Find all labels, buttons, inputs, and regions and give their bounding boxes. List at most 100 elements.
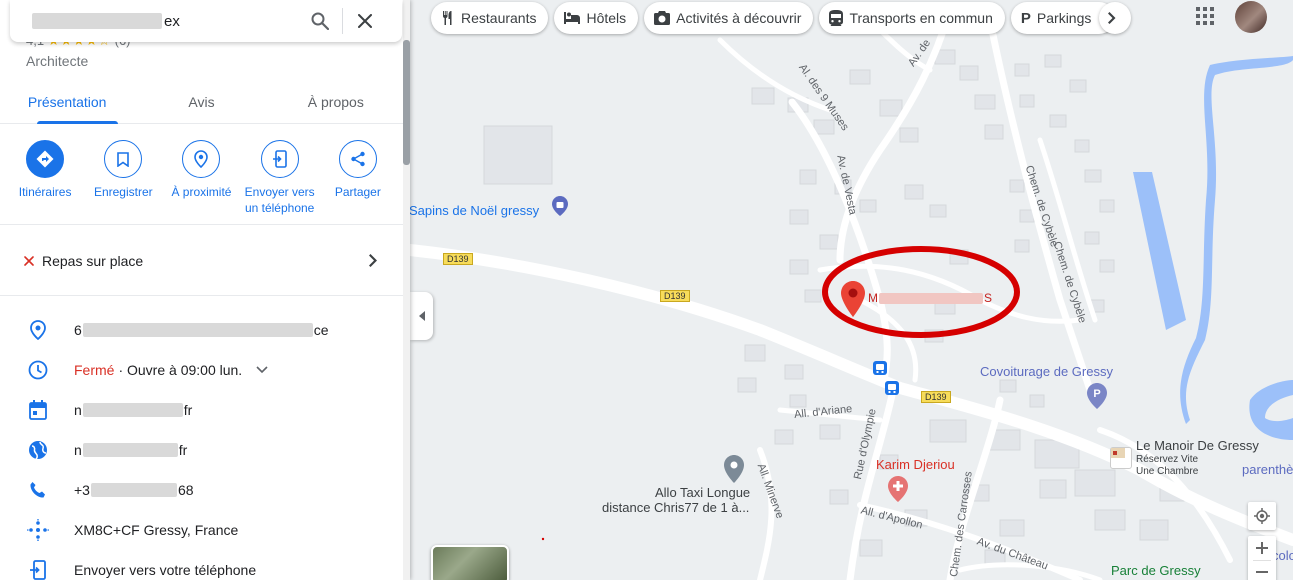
- address-end: ce: [313, 322, 329, 338]
- redacted-phone: [90, 483, 177, 497]
- zoom-in-button[interactable]: [1256, 536, 1268, 560]
- chips-scroll-right-button[interactable]: [1098, 2, 1131, 34]
- send-to-phone-button[interactable]: Envoyer vers un téléphone: [241, 140, 319, 224]
- train-icon: [829, 10, 844, 26]
- redacted-booking: [82, 403, 183, 417]
- bookmark-icon: [104, 140, 143, 178]
- globe-icon: [26, 438, 50, 462]
- booking-text: n fr: [74, 402, 192, 418]
- address-text: 6 ce: [74, 322, 329, 338]
- search-icon: [311, 12, 329, 30]
- place-tabs: Présentation Avis À propos: [0, 86, 403, 124]
- close-icon: [24, 255, 34, 266]
- redacted-query: [32, 13, 162, 29]
- minus-icon: [1256, 571, 1268, 574]
- layers-toggle-button[interactable]: [431, 545, 509, 580]
- clear-search-button[interactable]: [347, 3, 383, 39]
- dining-option-label: Repas sur place: [42, 252, 144, 269]
- poi-label-covoiturage[interactable]: Covoiturage de Gressy: [980, 364, 1113, 379]
- marker-label[interactable]: M S: [868, 291, 992, 305]
- plus-code-icon: [26, 518, 50, 542]
- search-button[interactable]: [302, 3, 338, 39]
- place-panel: ex 4,1 ★★★★☆ (6) Architecte Présentation…: [0, 0, 410, 580]
- poi-label-parenthese[interactable]: parenthè: [1242, 462, 1293, 477]
- hours-text: Fermé · Ouvre à 09:00 lun.: [74, 362, 268, 378]
- caret-left-icon: [418, 311, 425, 321]
- location-pin-icon: [26, 318, 50, 342]
- chip-restaurants[interactable]: Restaurants: [431, 2, 549, 34]
- send-to-phone-text: Envoyer vers votre téléphone: [74, 562, 257, 578]
- chip-hotels[interactable]: Hôtels: [554, 2, 639, 34]
- close-icon: [358, 14, 372, 28]
- my-location-button[interactable]: [1248, 502, 1276, 530]
- website-text: n fr: [74, 442, 187, 458]
- road-label-d139: D139: [921, 391, 951, 403]
- poi-label-taxi-line2[interactable]: distance Chris77 de 1 à...: [602, 500, 749, 515]
- booking-row[interactable]: n fr: [0, 390, 403, 430]
- website-row[interactable]: n fr: [0, 430, 403, 470]
- apps-grid-icon[interactable]: [1196, 7, 1214, 30]
- marker-label-start: M: [868, 291, 878, 305]
- poi-label-sapins[interactable]: Sapins de Noël gressy: [409, 203, 539, 218]
- phone-send-icon: [26, 558, 50, 580]
- collapse-panel-button[interactable]: [410, 292, 433, 340]
- search-query-text: ex: [164, 12, 180, 30]
- chip-activities[interactable]: Activités à découvrir: [644, 2, 814, 34]
- search-input[interactable]: ex: [32, 13, 302, 30]
- directions-button[interactable]: Itinéraires: [6, 140, 84, 224]
- poi-label-parc[interactable]: Parc de Gressy: [1111, 563, 1201, 578]
- poi-label-manoir[interactable]: Le Manoir De Gressy: [1136, 438, 1259, 453]
- phone-icon: [26, 478, 50, 502]
- phone-start: +3: [74, 482, 90, 498]
- tab-about[interactable]: À propos: [269, 86, 403, 123]
- plus-code-text: XM8C+CF Gressy, France: [74, 522, 239, 538]
- action-label: Itinéraires: [18, 185, 72, 199]
- chip-label: Restaurants: [461, 10, 537, 26]
- panel-scrollbar-thumb[interactable]: [403, 40, 410, 165]
- chip-transit[interactable]: Transports en commun: [819, 2, 1005, 34]
- hotel-thumbnail-icon[interactable]: [1110, 447, 1132, 469]
- phone-end: 68: [177, 482, 194, 498]
- parking-icon: P: [1020, 9, 1031, 27]
- fork-knife-icon: [442, 11, 452, 25]
- category-chips: Restaurants Hôtels Activités à découvrir…: [431, 2, 1131, 34]
- send-to-phone-row[interactable]: Envoyer vers votre téléphone: [0, 550, 403, 580]
- tab-reviews[interactable]: Avis: [134, 86, 268, 123]
- chip-label: Parkings: [1036, 10, 1092, 26]
- tab-presentation[interactable]: Présentation: [0, 86, 134, 124]
- avatar[interactable]: [1235, 1, 1267, 33]
- phone-row[interactable]: +3 68: [0, 470, 403, 510]
- redacted-website: [82, 443, 178, 457]
- zoom-out-button[interactable]: [1256, 561, 1268, 580]
- action-label: À proximité: [171, 185, 232, 199]
- action-buttons: Itinéraires Enregistrer À proximité Envo…: [0, 140, 403, 225]
- calendar-icon: [26, 398, 50, 422]
- chip-label: Activités à découvrir: [676, 10, 802, 26]
- booking-start: n: [74, 402, 82, 418]
- share-icon: [338, 140, 377, 178]
- chevron-right-icon: [1107, 12, 1116, 24]
- clock-icon: [26, 358, 50, 382]
- phone-text: +3 68: [74, 482, 194, 498]
- address-row[interactable]: 6 ce: [0, 310, 403, 350]
- save-button[interactable]: Enregistrer: [84, 140, 162, 224]
- nearby-button[interactable]: À proximité: [162, 140, 240, 224]
- hours-next-open: · Ouvre à 09:00 lun.: [118, 362, 243, 378]
- hours-row[interactable]: Fermé · Ouvre à 09:00 lun.: [0, 350, 403, 390]
- place-category[interactable]: Architecte: [26, 53, 88, 69]
- address-start: 6: [74, 322, 82, 338]
- action-label: Envoyer vers un téléphone: [244, 185, 315, 215]
- plus-code-row[interactable]: XM8C+CF Gressy, France: [0, 510, 403, 550]
- phone-send-icon: [260, 140, 299, 178]
- directions-icon: [26, 140, 65, 178]
- action-label: Enregistrer: [93, 185, 153, 199]
- search-divider: [342, 8, 343, 34]
- road-label-d139: D139: [443, 253, 473, 265]
- poi-label-taxi[interactable]: Allo Taxi Longue: [655, 485, 750, 500]
- poi-label-karim[interactable]: Karim Djeriou: [876, 457, 955, 472]
- action-label: Partager: [334, 185, 381, 199]
- share-button[interactable]: Partager: [319, 140, 397, 224]
- search-box[interactable]: ex: [10, 0, 402, 42]
- dining-options-row[interactable]: Repas sur place: [0, 226, 403, 296]
- camera-icon: [654, 11, 671, 25]
